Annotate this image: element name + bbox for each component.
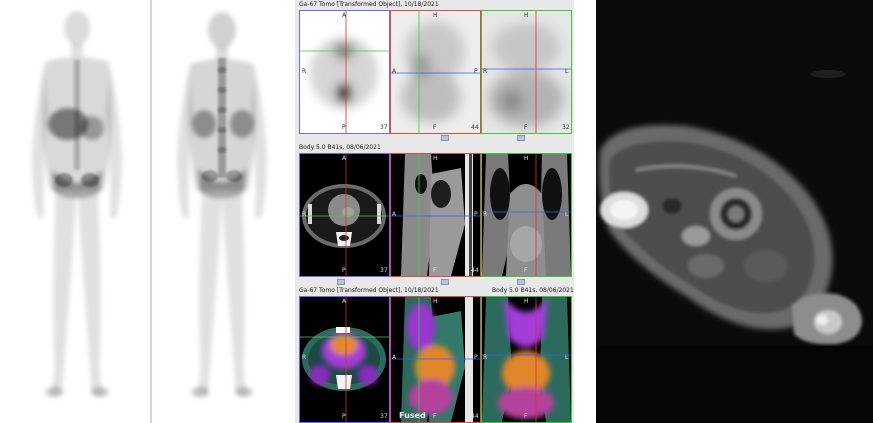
viewport-fused-sagittal[interactable]: H F A P 44 Fused — [390, 296, 481, 423]
viewport-ct-sagittal[interactable]: H F A P 44 — [390, 153, 481, 277]
orientation-bottom: F — [524, 413, 528, 420]
orientation-right: P — [474, 354, 478, 361]
whole-body-scan-posterior — [152, 0, 295, 423]
orientation-left: R — [483, 68, 488, 75]
slice-slider-icon[interactable] — [517, 135, 525, 141]
slice-number: 37 — [380, 413, 388, 420]
orientation-right: P — [474, 68, 478, 75]
orientation-right: L — [565, 68, 569, 75]
orientation-left: R — [483, 211, 488, 218]
orientation-bottom: F — [524, 267, 528, 274]
orientation-left: R — [302, 211, 307, 218]
slice-number: 37 — [380, 267, 388, 274]
fused-label: Fused — [399, 411, 426, 420]
viewport-ct-coronal[interactable]: H F R L — [481, 153, 572, 277]
orientation-bottom: P — [342, 413, 346, 420]
slice-number: 44 — [471, 413, 479, 420]
orientation-top: A — [342, 298, 347, 305]
orientation-left: A — [392, 68, 397, 75]
orientation-left: R — [302, 68, 307, 75]
orientation-top: H — [433, 12, 438, 19]
orientation-top: A — [342, 12, 347, 19]
orientation-top: H — [433, 155, 438, 162]
orientation-bottom: P — [342, 124, 346, 131]
row-title-ct: Body 5.0 B41s, 08/06/2021 — [299, 144, 381, 151]
viewport-fused-axial[interactable]: A P R 37 — [299, 296, 390, 423]
row-title-fused-ct: Body 5.0 B41s, 08/06/2021 — [492, 287, 574, 294]
slice-slider-icon[interactable] — [337, 279, 345, 285]
orientation-top: A — [342, 155, 347, 162]
whole-body-scan-anterior — [0, 0, 150, 423]
viewport-fused-coronal[interactable]: H F R L — [481, 296, 572, 423]
orientation-bottom: F — [433, 124, 437, 131]
orientation-top: H — [524, 12, 529, 19]
axial-mri-image — [596, 0, 873, 423]
slice-number: 32 — [562, 124, 570, 131]
viewport-spect-sagittal[interactable]: H F A P 44 — [390, 10, 481, 134]
orientation-left: R — [483, 354, 488, 361]
slice-number: 37 — [380, 124, 388, 131]
slice-number: 44 — [471, 267, 479, 274]
viewport-spect-coronal[interactable]: H F R L 32 — [481, 10, 572, 134]
orientation-right: L — [565, 354, 569, 361]
orientation-top: H — [433, 298, 438, 305]
row-title-fused: Ga-67 Tomo [Transformed Object], 10/18/2… — [299, 287, 439, 294]
orientation-bottom: F — [433, 267, 437, 274]
orientation-left: R — [302, 354, 307, 361]
orientation-right: L — [565, 211, 569, 218]
orientation-right: P — [474, 211, 478, 218]
orientation-left: A — [392, 211, 397, 218]
orientation-bottom: P — [342, 267, 346, 274]
orientation-left: A — [392, 354, 397, 361]
spect-ct-viewer: Ga-67 Tomo [Transformed Object], 10/18/2… — [297, 0, 574, 423]
orientation-top: H — [524, 155, 529, 162]
slice-slider-icon[interactable] — [441, 135, 449, 141]
row-title-spect: Ga-67 Tomo [Transformed Object], 10/18/2… — [299, 1, 439, 8]
orientation-top: H — [524, 298, 529, 305]
orientation-bottom: F — [433, 413, 437, 420]
slice-number: 44 — [471, 124, 479, 131]
viewport-spect-axial[interactable]: A P R 37 — [299, 10, 390, 134]
viewport-ct-axial[interactable]: A P R 37 — [299, 153, 390, 277]
orientation-bottom: F — [524, 124, 528, 131]
slice-slider-icon[interactable] — [517, 279, 525, 285]
slice-slider-icon[interactable] — [441, 279, 449, 285]
panel-gap — [574, 0, 596, 423]
